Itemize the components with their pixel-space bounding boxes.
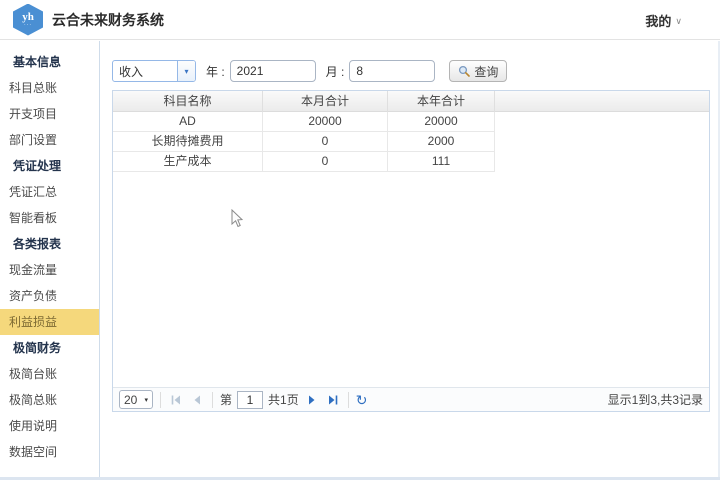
sidebar-item[interactable]: 资产负债 bbox=[0, 283, 99, 309]
sidebar-item[interactable]: 数据空间 bbox=[0, 439, 99, 465]
table-row[interactable]: 生产成本0111 bbox=[113, 152, 709, 172]
table-header-row: 科目名称本月合计本年合计 bbox=[113, 91, 709, 112]
table-cell: AD bbox=[113, 112, 263, 132]
sidebar-section-header: 各类报表 bbox=[0, 231, 99, 257]
sidebar-item[interactable]: 部门设置 bbox=[0, 127, 99, 153]
table-cell: 2000 bbox=[388, 132, 495, 152]
next-page-button[interactable] bbox=[304, 392, 320, 408]
sidebar-item[interactable]: 凭证汇总 bbox=[0, 179, 99, 205]
sidebar-item[interactable]: 智能看板 bbox=[0, 205, 99, 231]
pager-separator bbox=[212, 392, 213, 408]
column-header[interactable]: 科目名称 bbox=[113, 91, 263, 112]
page-size-select[interactable]: 20 ▾ bbox=[119, 390, 153, 409]
pager-separator bbox=[348, 392, 349, 408]
sidebar-section-header: 基本信息 bbox=[0, 49, 99, 75]
table-cell: 0 bbox=[263, 152, 388, 172]
first-page-icon bbox=[169, 393, 183, 407]
column-header[interactable]: 本月合计 bbox=[263, 91, 388, 112]
search-icon bbox=[458, 65, 470, 77]
table-row[interactable]: 长期待摊费用02000 bbox=[113, 132, 709, 152]
logo-subtext: ··· bbox=[24, 23, 32, 28]
sidebar-item[interactable]: 使用说明 bbox=[0, 413, 99, 439]
sidebar-item[interactable]: 利益损益 bbox=[0, 309, 99, 335]
category-select[interactable]: 收入 ▾ bbox=[112, 60, 196, 82]
pager-separator bbox=[160, 392, 161, 408]
sidebar-item[interactable]: 极简总账 bbox=[0, 387, 99, 413]
sidebar-section-header: 凭证处理 bbox=[0, 153, 99, 179]
app-logo: yh ··· bbox=[13, 4, 43, 36]
app-title: 云合未来财务系统 bbox=[52, 10, 164, 30]
table-cell: 生产成本 bbox=[113, 152, 263, 172]
month-label: 月 : bbox=[326, 63, 345, 80]
pagination-bar: 20 ▾ 第 共1页 bbox=[113, 387, 709, 411]
header-filler bbox=[495, 91, 709, 111]
chevron-down-icon: ∨ bbox=[675, 16, 682, 27]
table-row[interactable]: AD2000020000 bbox=[113, 112, 709, 132]
sidebar: 基本信息科目总账开支项目部门设置凭证处理凭证汇总智能看板各类报表现金流量资产负债… bbox=[0, 41, 100, 477]
user-menu[interactable]: 我的 ∨ bbox=[645, 0, 682, 40]
user-menu-label: 我的 bbox=[645, 11, 671, 30]
chevron-down-icon: ▾ bbox=[144, 396, 148, 404]
first-page-button[interactable] bbox=[168, 392, 184, 408]
table-body: AD2000020000长期待摊费用02000生产成本0111 bbox=[113, 112, 709, 172]
app-header: yh ··· 云合未来财务系统 我的 ∨ bbox=[0, 0, 720, 40]
month-input[interactable] bbox=[349, 60, 435, 82]
row-filler bbox=[495, 132, 709, 152]
logo-text: yh bbox=[22, 12, 34, 23]
sidebar-item[interactable]: 极简台账 bbox=[0, 361, 99, 387]
table-cell: 20000 bbox=[263, 112, 388, 132]
last-page-button[interactable] bbox=[325, 392, 341, 408]
main-content: 收入 ▾ 年 : 月 : 查询 科目名称本月合计本年合计 AD200002000… bbox=[101, 41, 718, 477]
page-number-input[interactable] bbox=[237, 391, 263, 409]
table-cell: 20000 bbox=[388, 112, 495, 132]
column-header[interactable]: 本年合计 bbox=[388, 91, 495, 112]
category-select-value: 收入 bbox=[113, 61, 177, 81]
pager-summary: 显示1到3,共3记录 bbox=[608, 391, 703, 408]
sidebar-item[interactable]: 现金流量 bbox=[0, 257, 99, 283]
year-label: 年 : bbox=[206, 63, 225, 80]
row-filler bbox=[495, 112, 709, 132]
table-cell: 0 bbox=[263, 132, 388, 152]
page-label-prefix: 第 bbox=[220, 391, 232, 408]
search-button-label: 查询 bbox=[474, 63, 498, 80]
refresh-icon[interactable]: ↻ bbox=[356, 393, 368, 407]
next-page-icon bbox=[305, 393, 319, 407]
query-toolbar: 收入 ▾ 年 : 月 : 查询 bbox=[112, 59, 507, 83]
datagrid-panel: 科目名称本月合计本年合计 AD2000020000长期待摊费用02000生产成本… bbox=[112, 90, 710, 412]
page-size-value: 20 bbox=[124, 393, 137, 407]
chevron-down-icon[interactable]: ▾ bbox=[177, 61, 195, 81]
row-filler bbox=[495, 152, 709, 172]
last-page-icon bbox=[326, 393, 340, 407]
prev-page-icon bbox=[190, 393, 204, 407]
sidebar-item[interactable]: 开支项目 bbox=[0, 101, 99, 127]
page-label-suffix: 共1页 bbox=[268, 391, 299, 408]
sidebar-section-header: 极简财务 bbox=[0, 335, 99, 361]
sidebar-item[interactable]: 科目总账 bbox=[0, 75, 99, 101]
prev-page-button[interactable] bbox=[189, 392, 205, 408]
year-input[interactable] bbox=[230, 60, 316, 82]
table-cell: 111 bbox=[388, 152, 495, 172]
search-button[interactable]: 查询 bbox=[449, 60, 507, 82]
table-cell: 长期待摊费用 bbox=[113, 132, 263, 152]
